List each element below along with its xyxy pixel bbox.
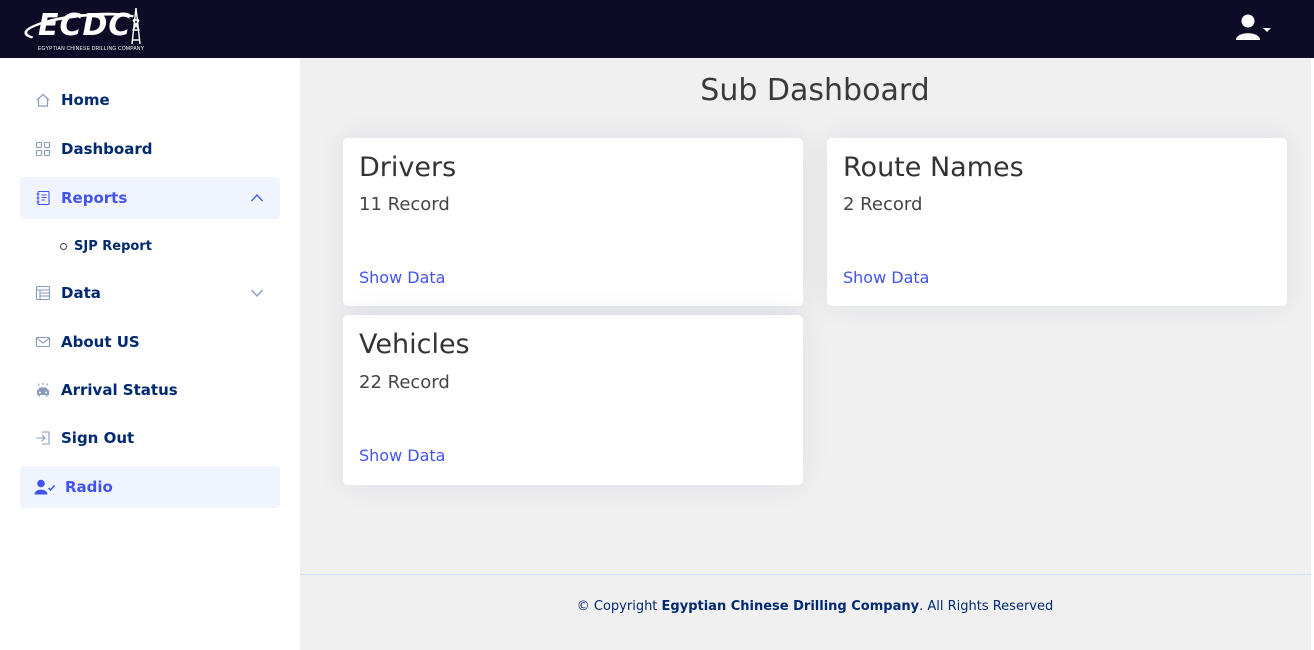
home-icon bbox=[34, 91, 52, 109]
footer: © Copyright Egyptian Chinese Drilling Co… bbox=[300, 574, 1311, 650]
copyright-prefix: © Copyright bbox=[576, 599, 662, 614]
copyright-text: © Copyright Egyptian Chinese Drilling Co… bbox=[300, 599, 1314, 614]
sidebar-subitem-sjp-report[interactable]: SJP Report bbox=[60, 234, 152, 258]
sidebar: Home Dashboard Reports SJP Report Data A… bbox=[0, 58, 300, 650]
card-title: Drivers bbox=[359, 152, 457, 183]
logo-subtitle: EGYPTIAN CHINESE DRILLING COMPANY bbox=[38, 46, 145, 52]
sign-in-icon bbox=[34, 429, 52, 447]
envelope-icon bbox=[34, 333, 52, 351]
car-alarm-icon bbox=[34, 381, 52, 399]
sidebar-item-label: Sign Out bbox=[61, 429, 135, 447]
sidebar-item-label: Data bbox=[61, 284, 101, 302]
table-icon bbox=[34, 284, 52, 302]
card-title: Vehicles bbox=[359, 329, 470, 360]
sidebar-item-reports[interactable]: Reports bbox=[20, 177, 280, 219]
caret-down-icon bbox=[1263, 28, 1271, 32]
logo-text: ECDC bbox=[38, 8, 132, 43]
grid-icon bbox=[34, 140, 52, 158]
ecdc-logo[interactable]: ECDC EGYPTIAN CHINESE DRILLING COMPANY bbox=[22, 4, 146, 54]
card-record-count: 11 Record bbox=[359, 194, 450, 215]
sidebar-item-label: Dashboard bbox=[61, 140, 153, 158]
sidebar-subitem-label: SJP Report bbox=[74, 238, 152, 254]
chevron-up-icon bbox=[251, 194, 263, 202]
sidebar-item-label: About US bbox=[61, 333, 140, 351]
sidebar-item-home[interactable]: Home bbox=[20, 79, 280, 121]
circle-icon bbox=[60, 242, 67, 250]
card-record-count: 2 Record bbox=[843, 194, 923, 215]
sidebar-item-label: Home bbox=[61, 91, 110, 109]
card-drivers: Drivers 11 Record Show Data bbox=[343, 138, 803, 306]
card-vehicles: Vehicles 22 Record Show Data bbox=[343, 315, 803, 485]
sidebar-item-label: Arrival Status bbox=[61, 381, 178, 399]
drilling-rig-icon bbox=[131, 7, 141, 45]
card-record-count: 22 Record bbox=[359, 372, 450, 393]
user-menu-button[interactable] bbox=[1234, 13, 1274, 43]
company-name: Egyptian Chinese Drilling Company bbox=[661, 599, 920, 614]
sidebar-item-about-us[interactable]: About US bbox=[20, 321, 280, 363]
sidebar-item-label: Radio bbox=[65, 478, 113, 496]
user-icon bbox=[1236, 14, 1271, 40]
card-title: Route Names bbox=[843, 152, 1024, 183]
main-content: Sub Dashboard Drivers 11 Record Show Dat… bbox=[300, 58, 1311, 650]
show-data-link[interactable]: Show Data bbox=[359, 446, 445, 465]
person-check-icon bbox=[34, 478, 56, 496]
show-data-link[interactable]: Show Data bbox=[843, 268, 929, 287]
card-route-names: Route Names 2 Record Show Data bbox=[827, 138, 1287, 306]
chevron-down-icon bbox=[251, 289, 263, 297]
top-header: ECDC EGYPTIAN CHINESE DRILLING COMPANY bbox=[0, 0, 1314, 58]
sidebar-item-arrival-status[interactable]: Arrival Status bbox=[20, 369, 280, 411]
sidebar-item-data[interactable]: Data bbox=[20, 272, 280, 314]
page-title: Sub Dashboard bbox=[700, 73, 930, 108]
sidebar-item-sign-out[interactable]: Sign Out bbox=[20, 417, 280, 459]
show-data-link[interactable]: Show Data bbox=[359, 268, 445, 287]
sidebar-item-label: Reports bbox=[61, 189, 128, 207]
sidebar-item-radio[interactable]: Radio bbox=[20, 466, 280, 508]
sidebar-item-dashboard[interactable]: Dashboard bbox=[20, 128, 280, 170]
journal-icon bbox=[34, 189, 52, 207]
copyright-suffix: . All Rights Reserved bbox=[919, 599, 1054, 614]
